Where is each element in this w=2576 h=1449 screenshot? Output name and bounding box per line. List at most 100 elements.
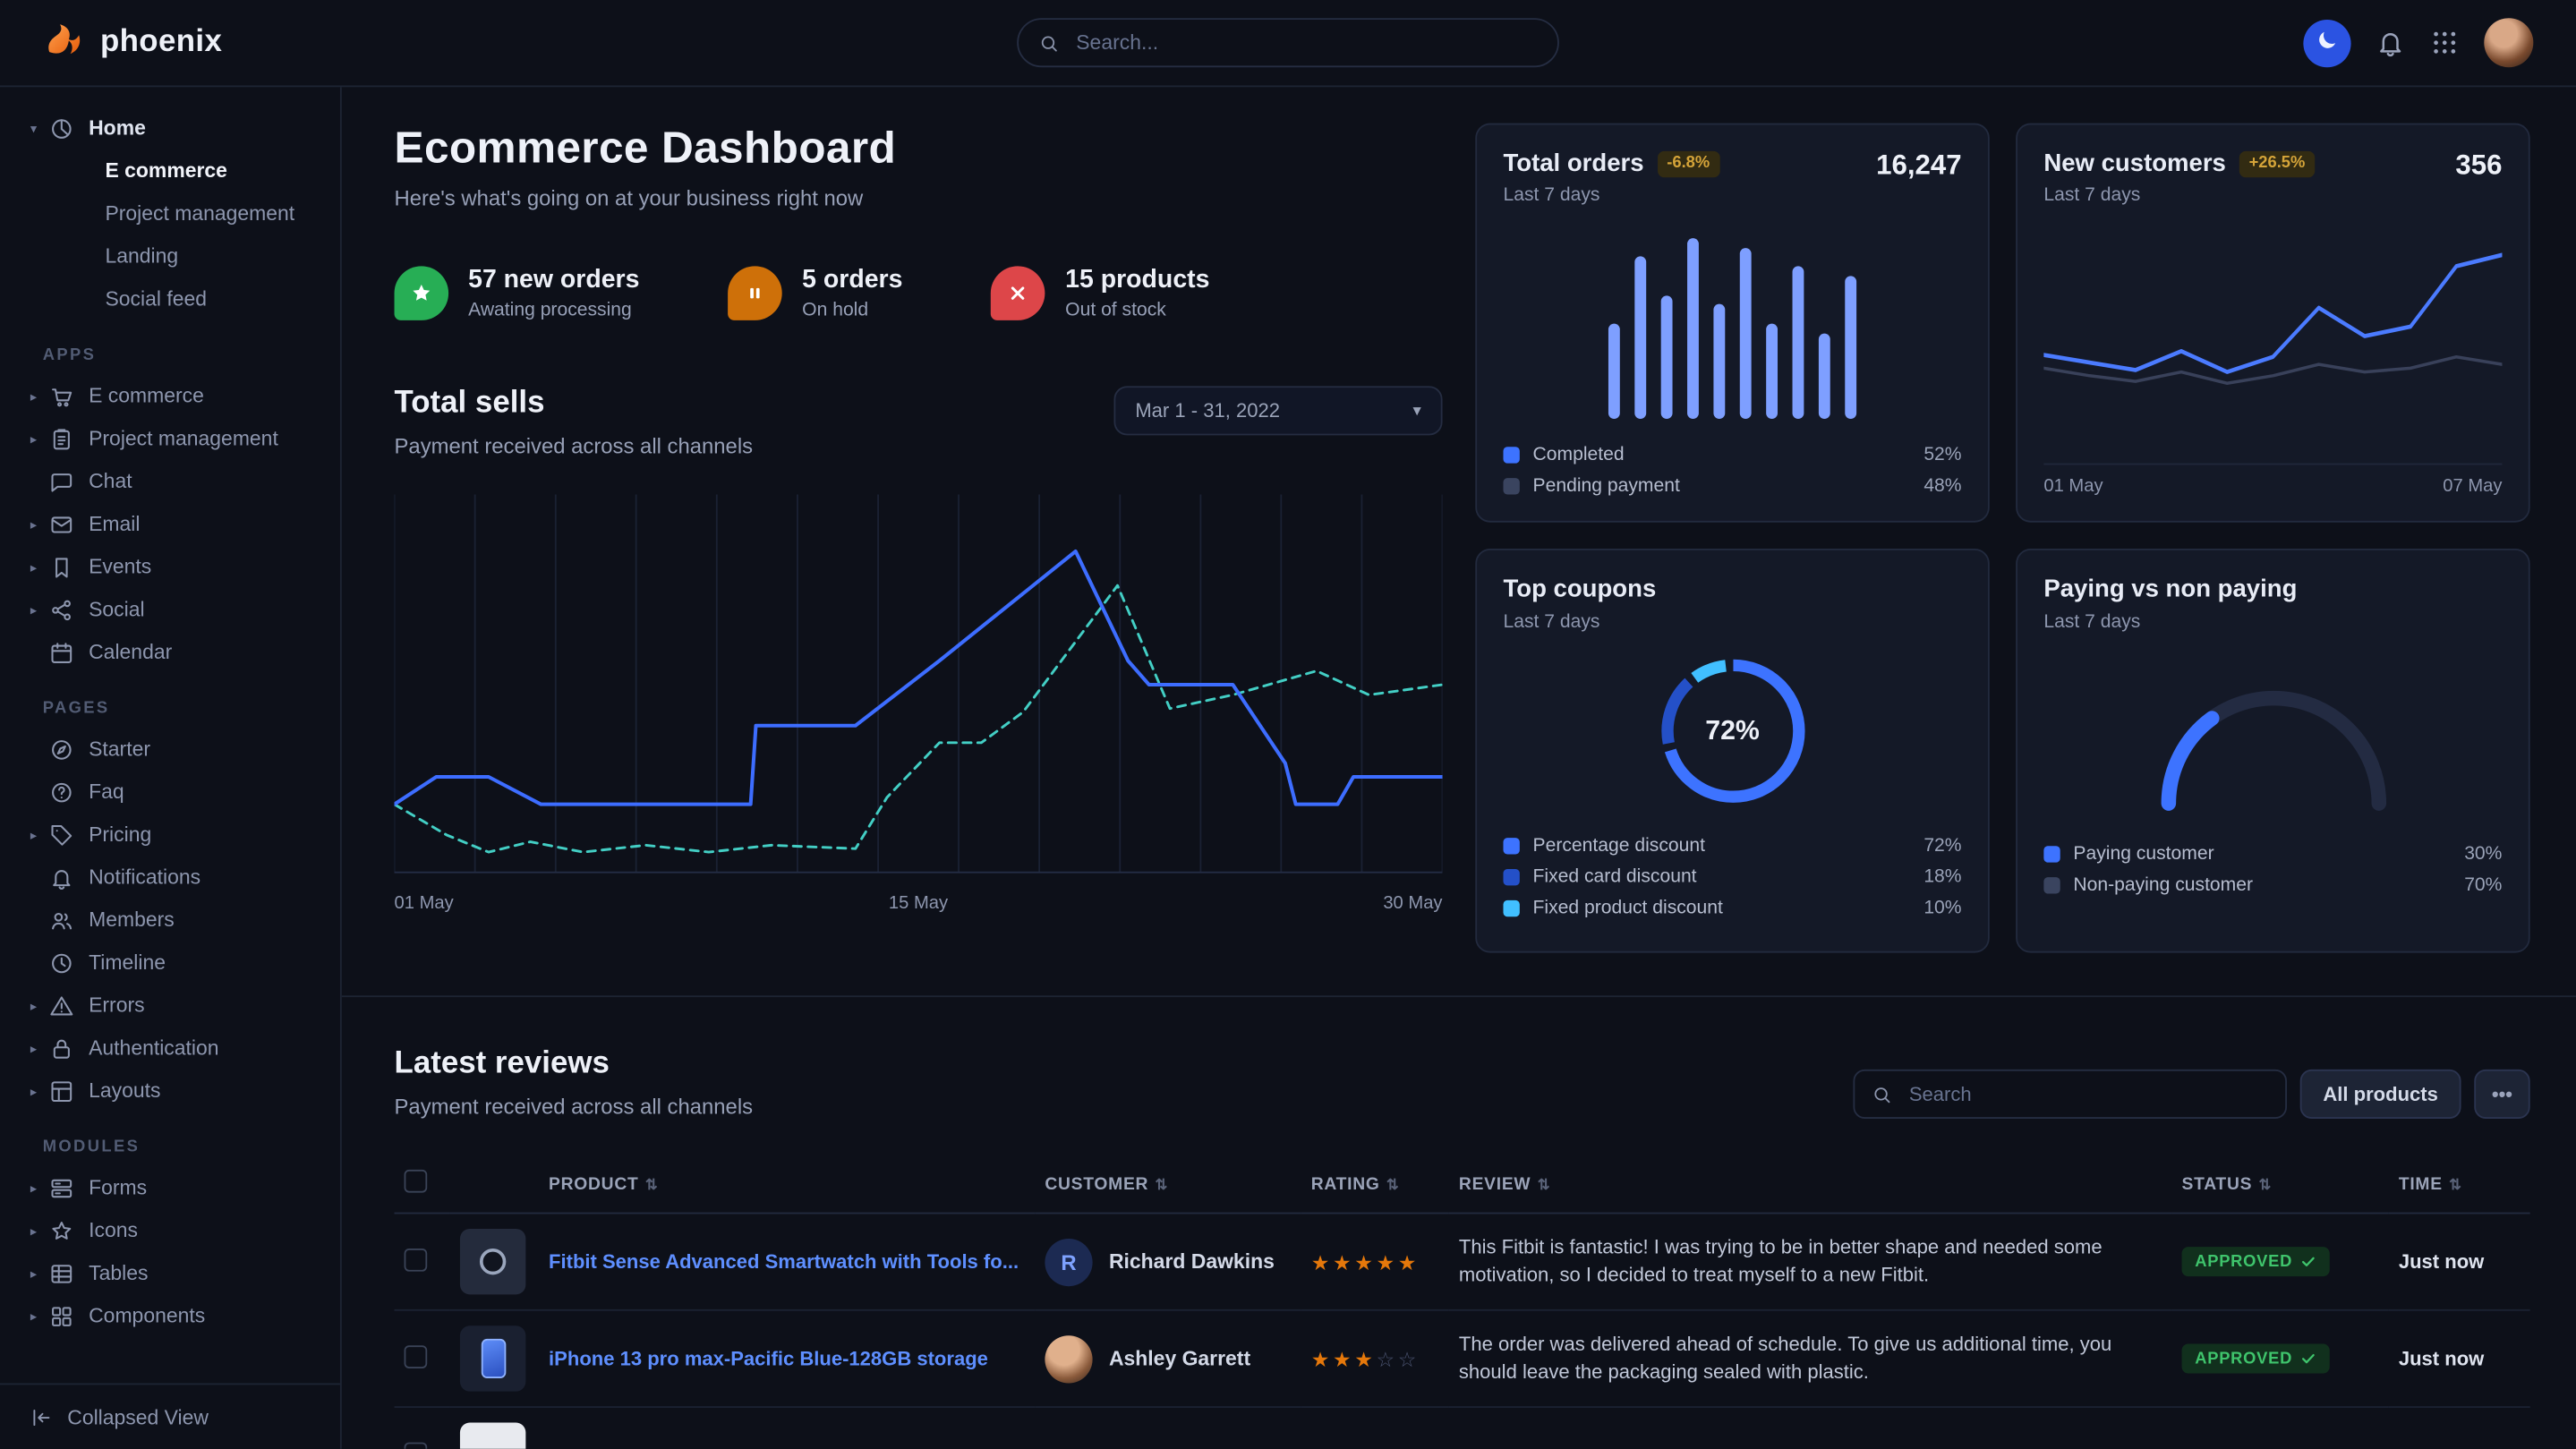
sidebar-item-tables[interactable]: ▸Tables — [0, 1252, 340, 1295]
sort-icon: ⇅ — [2259, 1175, 2273, 1191]
table-icon — [49, 1261, 74, 1286]
sidebar: ▾HomeE commerceProject managementLanding… — [0, 87, 342, 1449]
sidebar-item-social-feed[interactable]: Social feed — [0, 277, 340, 320]
legend-item-fixed-card-discount: Fixed card discount18% — [1503, 867, 1961, 887]
x-tick: 01 May — [2043, 476, 2103, 496]
status-badge: APPROVED — [2182, 1343, 2331, 1373]
sidebar-item-project-management[interactable]: ▸Project management — [0, 417, 340, 460]
sidebar-item-e-commerce[interactable]: E commerce — [0, 149, 340, 192]
global-search-input[interactable] — [1073, 30, 1538, 55]
chat-icon — [49, 469, 74, 494]
sidebar-item-project-management[interactable]: Project management — [0, 192, 340, 235]
product-link[interactable]: Fitbit Sense Advanced Smartwatch with To… — [549, 1250, 1019, 1274]
sidebar-item-faq[interactable]: ▸Faq — [0, 771, 340, 814]
phoenix-logo-icon — [43, 21, 86, 64]
stat-15-products: 15 productsOut of stock — [992, 266, 1210, 320]
card-value: 16,247 — [1876, 149, 1961, 183]
column-rating[interactable]: RATING⇅ — [1301, 1155, 1449, 1213]
sidebar-item-calendar[interactable]: ▸Calendar — [0, 631, 340, 674]
select-all-checkbox[interactable] — [405, 1170, 428, 1193]
stats-row: 57 new ordersAwating processing5 ordersO… — [395, 266, 1443, 320]
all-products-button[interactable]: All products — [2300, 1070, 2461, 1119]
date-range-select[interactable]: Mar 1 - 31, 2022 ▾ — [1113, 386, 1442, 435]
apps-grid-button[interactable] — [2430, 28, 2460, 57]
collapse-sidebar-button[interactable]: Collapsed View — [0, 1383, 340, 1448]
caret-down-icon: ▾ — [23, 121, 45, 136]
global-search[interactable] — [1017, 18, 1559, 67]
help-icon — [49, 780, 74, 805]
legend-value: 10% — [1923, 899, 1961, 918]
sidebar-item-icons[interactable]: ▸Icons — [0, 1209, 340, 1252]
row-checkbox[interactable] — [405, 1344, 428, 1368]
bar — [1634, 257, 1646, 419]
column-customer[interactable]: CUSTOMER⇅ — [1035, 1155, 1301, 1213]
sidebar-group-home[interactable]: ▾Home — [0, 107, 340, 149]
sidebar-item-authentication[interactable]: ▸Authentication — [0, 1027, 340, 1070]
sidebar-item-pricing[interactable]: ▸Pricing — [0, 814, 340, 857]
product-link[interactable]: iPhone 13 pro max-Pacific Blue-128GB sto… — [549, 1347, 988, 1370]
sidebar-item-events[interactable]: ▸Events — [0, 545, 340, 588]
sidebar-item-starter[interactable]: ▸Starter — [0, 728, 340, 771]
sidebar-item-members[interactable]: ▸Members — [0, 899, 340, 942]
sidebar-item-social[interactable]: ▸Social — [0, 588, 340, 631]
x-tick: 15 May — [889, 894, 948, 914]
sidebar-item-e-commerce[interactable]: ▸E commerce — [0, 374, 340, 417]
notifications-button[interactable] — [2376, 28, 2405, 57]
cart-icon — [49, 384, 74, 409]
caret-right-icon: ▸ — [23, 559, 45, 575]
legend-label: Non-paying customer — [2073, 875, 2464, 895]
select-all-header — [395, 1155, 450, 1213]
column-time[interactable]: TIME⇅ — [2389, 1155, 2530, 1213]
app: phoenix ▾HomeE commerceProject managemen… — [0, 0, 2576, 1449]
theme-toggle-button[interactable] — [2303, 19, 2350, 66]
legend-value: 18% — [1923, 867, 1961, 887]
column-product[interactable]: PRODUCT⇅ — [450, 1155, 1035, 1213]
legend-value: 72% — [1923, 836, 1961, 856]
reviews-search-input[interactable] — [1906, 1081, 2269, 1107]
caret-right-icon: ▸ — [23, 1223, 45, 1239]
sidebar-item-landing[interactable]: Landing — [0, 234, 340, 277]
latest-reviews-section: Latest reviews Payment received across a… — [342, 997, 2576, 1449]
watch-image — [480, 1249, 506, 1274]
stat-value: 15 products — [1065, 266, 1209, 295]
sidebar-item-errors[interactable]: ▸Errors — [0, 984, 340, 1027]
pause-icon — [729, 266, 783, 320]
card-title: Total orders — [1503, 149, 1643, 177]
sidebar-item-email[interactable]: ▸Email — [0, 503, 340, 546]
mail-icon — [49, 512, 74, 537]
caret-right-icon: ▸ — [23, 827, 45, 842]
product-thumbnail — [460, 1229, 525, 1294]
bar — [1766, 324, 1778, 419]
sidebar-item-notifications[interactable]: ▸Notifications — [0, 856, 340, 899]
bell-icon — [49, 865, 74, 890]
bar — [1661, 295, 1673, 419]
sidebar-item-chat[interactable]: ▸Chat — [0, 460, 340, 503]
legend-value: 30% — [2464, 844, 2502, 864]
x-tick: 01 May — [395, 894, 454, 914]
compass-icon — [49, 737, 74, 762]
more-options-button[interactable]: ••• — [2474, 1070, 2529, 1119]
sidebar-item-forms[interactable]: ▸Forms — [0, 1166, 340, 1209]
user-avatar[interactable] — [2484, 18, 2533, 67]
row-checkbox[interactable] — [405, 1442, 428, 1449]
brand[interactable]: phoenix — [43, 21, 223, 64]
topbar: phoenix — [0, 0, 2576, 87]
row-checkbox[interactable] — [405, 1248, 428, 1271]
column-review[interactable]: REVIEW⇅ — [1449, 1155, 2172, 1213]
star-fill-icon — [395, 266, 449, 320]
donut-center-value: 72% — [1651, 649, 1815, 814]
x-icon — [992, 266, 1046, 320]
legend-item-pending-payment: Pending payment48% — [1503, 476, 1961, 496]
x-tick: 30 May — [1383, 894, 1442, 914]
topbar-actions — [2303, 18, 2533, 67]
new-customers-chart — [2043, 222, 2502, 456]
sidebar-item-layouts[interactable]: ▸Layouts — [0, 1070, 340, 1112]
card-title: Paying vs non paying — [2043, 575, 2297, 602]
sidebar-item-components[interactable]: ▸Components — [0, 1294, 340, 1337]
paying-gauge-chart — [2142, 659, 2405, 824]
sidebar-item-timeline[interactable]: ▸Timeline — [0, 942, 340, 984]
sort-icon: ⇅ — [645, 1175, 659, 1191]
column-status[interactable]: STATUS⇅ — [2172, 1155, 2389, 1213]
card-period: Last 7 days — [2043, 185, 2315, 205]
reviews-search[interactable] — [1853, 1070, 2287, 1119]
